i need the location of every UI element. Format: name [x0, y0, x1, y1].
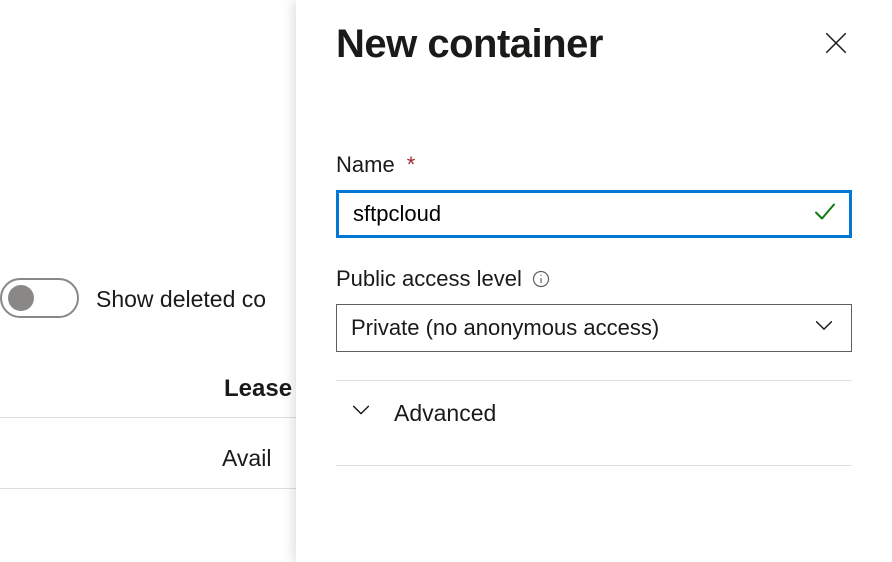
panel-title: New container [336, 22, 603, 67]
valid-check-icon [813, 200, 837, 229]
name-label: Name * [336, 152, 852, 178]
info-icon[interactable] [530, 268, 552, 290]
advanced-expander[interactable]: Advanced [336, 381, 852, 445]
show-deleted-label: Show deleted co [96, 286, 266, 313]
show-deleted-toggle[interactable] [0, 278, 79, 318]
name-field: Name * [336, 152, 852, 238]
table-header-divider [0, 417, 310, 418]
table-column-header[interactable]: Lease [224, 375, 292, 403]
access-level-label: Public access level [336, 266, 852, 292]
panel-header: New container [336, 22, 852, 67]
close-button[interactable] [820, 29, 852, 61]
advanced-label: Advanced [394, 400, 496, 427]
name-input[interactable] [353, 201, 803, 227]
table-cell: Avail [222, 445, 271, 472]
chevron-down-icon [350, 399, 372, 427]
required-indicator: * [407, 152, 416, 178]
name-input-wrap[interactable] [336, 190, 852, 238]
access-level-label-text: Public access level [336, 266, 522, 292]
chevron-down-icon [813, 315, 835, 342]
access-level-value: Private (no anonymous access) [351, 315, 659, 341]
name-label-text: Name [336, 152, 395, 178]
section-divider [336, 465, 852, 466]
table-row-divider [0, 488, 310, 489]
access-level-select[interactable]: Private (no anonymous access) [336, 304, 852, 352]
new-container-panel: New container Name * Public access level [296, 0, 892, 562]
close-icon [823, 30, 849, 59]
toggle-knob [8, 285, 34, 311]
access-level-field: Public access level Private (no anonymou… [336, 266, 852, 352]
